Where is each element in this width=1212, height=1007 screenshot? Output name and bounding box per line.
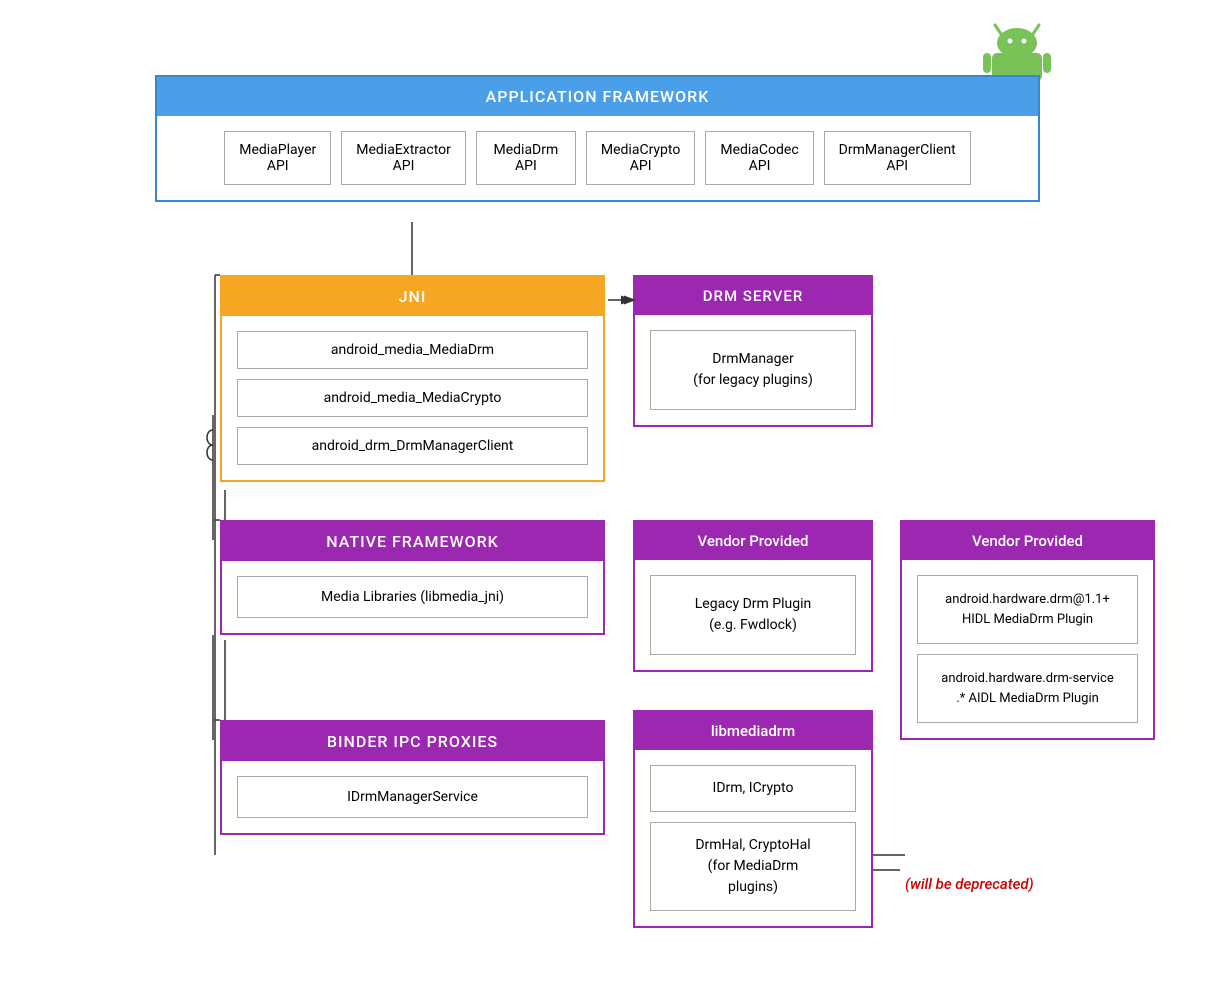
jni-item-mediadrm: android_media_MediaDrm [237, 331, 588, 369]
api-box-mediacrypto: MediaCrypto API [586, 131, 695, 185]
jni-item-drmmanagerclient: android_drm_DrmManagerClient [237, 427, 588, 465]
binder-title: BINDER IPC PROXIES [222, 722, 603, 761]
native-framework-box: NATIVE FRAMEWORK Media Libraries (libmed… [220, 520, 605, 635]
api-box-drmmanagerclient: DrmManagerClient API [824, 131, 971, 185]
libmediadrm-body: IDrm, ICrypto DrmHal, CryptoHal(for Medi… [635, 750, 871, 926]
binder-item: IDrmManagerService [237, 776, 588, 818]
vendor2-item-hidl: android.hardware.drm@1.1+HIDL MediaDrm P… [917, 575, 1138, 644]
vendor1-title: Vendor Provided [635, 522, 871, 560]
app-framework-title: APPLICATION FRAMEWORK [157, 77, 1038, 116]
deprecated-label: (will be deprecated) [905, 875, 1034, 893]
libmediadrm-item-idrm: IDrm, ICrypto [650, 765, 856, 812]
vendor2-item-aidl: android.hardware.drm-service.* AIDL Medi… [917, 654, 1138, 723]
drm-server-box: DRM SERVER DrmManager(for legacy plugins… [633, 275, 873, 427]
jni-title: JNI [222, 277, 603, 316]
drm-server-item: DrmManager(for legacy plugins) [650, 330, 856, 410]
app-framework-body: MediaPlayer API MediaExtractor API Media… [157, 116, 1038, 200]
jni-item-mediacrypto: android_media_MediaCrypto [237, 379, 588, 417]
vendor2-title: Vendor Provided [902, 522, 1153, 560]
vendor2-box: Vendor Provided android.hardware.drm@1.1… [900, 520, 1155, 740]
native-framework-body: Media Libraries (libmedia_jni) [222, 561, 603, 633]
app-framework-box: APPLICATION FRAMEWORK MediaPlayer API Me… [155, 75, 1040, 202]
libmediadrm-item-drmhal: DrmHal, CryptoHal(for MediaDrmplugins) [650, 822, 856, 911]
api-box-mediaextractor: MediaExtractor API [341, 131, 466, 185]
drm-server-body: DrmManager(for legacy plugins) [635, 315, 871, 425]
native-framework-item: Media Libraries (libmedia_jni) [237, 576, 588, 618]
jni-body: android_media_MediaDrm android_media_Med… [222, 316, 603, 480]
jni-box: JNI android_media_MediaDrm android_media… [220, 275, 605, 482]
vendor1-box: Vendor Provided Legacy Drm Plugin(e.g. F… [633, 520, 873, 672]
drm-server-title: DRM SERVER [635, 277, 871, 315]
native-framework-title: NATIVE FRAMEWORK [222, 522, 603, 561]
binder-box: BINDER IPC PROXIES IDrmManagerService [220, 720, 605, 835]
vendor2-body: android.hardware.drm@1.1+HIDL MediaDrm P… [902, 560, 1153, 738]
libmediadrm-box: libmediadrm IDrm, ICrypto DrmHal, Crypto… [633, 710, 873, 928]
vendor1-body: Legacy Drm Plugin(e.g. Fwdlock) [635, 560, 871, 670]
api-box-mediacodec: MediaCodec API [705, 131, 813, 185]
binder-body: IDrmManagerService [222, 761, 603, 833]
vendor1-item: Legacy Drm Plugin(e.g. Fwdlock) [650, 575, 856, 655]
api-box-mediaplayer: MediaPlayer API [224, 131, 331, 185]
api-box-mediadrm: MediaDrm API [476, 131, 576, 185]
libmediadrm-title: libmediadrm [635, 712, 871, 750]
